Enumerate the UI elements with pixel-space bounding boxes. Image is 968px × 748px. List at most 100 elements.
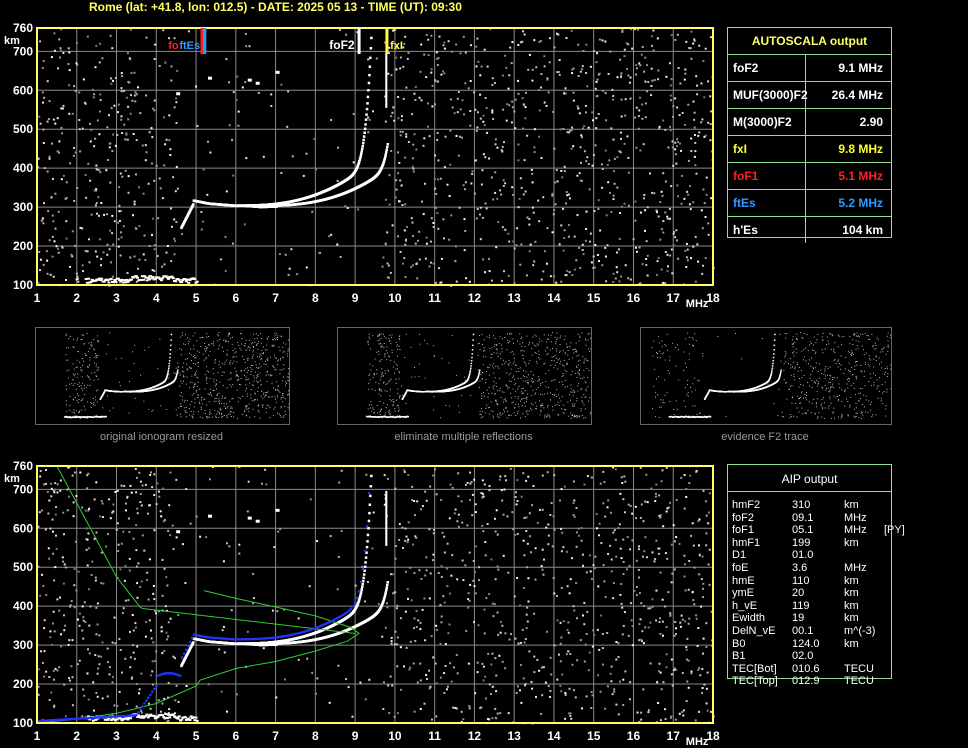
thumb-noise	[397, 388, 399, 390]
noise-dot	[645, 240, 648, 243]
thumb-noise	[798, 411, 800, 413]
thumb-noise	[215, 359, 217, 360]
thumb-noise	[191, 401, 193, 402]
thumb-noise	[571, 391, 573, 393]
thumb-noise	[522, 380, 524, 382]
o-trace-dot	[360, 150, 363, 153]
noise-dot	[395, 188, 398, 191]
thumb-noise	[249, 367, 251, 369]
o-trace-dot	[365, 113, 368, 116]
x-tick-label: 13	[507, 291, 521, 305]
es-trace-dot	[174, 280, 178, 283]
noise-dot	[439, 281, 442, 284]
noise-dot	[570, 147, 573, 150]
noise-dot	[420, 43, 423, 46]
noise-dot	[540, 86, 543, 89]
thumb-noise	[483, 347, 485, 349]
noise-dot	[86, 35, 89, 38]
noise-dot	[651, 79, 654, 82]
thumb-noise	[494, 377, 496, 379]
thumb-noise	[890, 364, 891, 366]
noise-dot	[585, 72, 588, 74]
thumb-noise	[248, 407, 250, 409]
x-tick-label: 6	[232, 291, 239, 305]
noise-dot	[49, 273, 52, 276]
noise-dot	[701, 118, 704, 121]
thumb-noise	[378, 393, 380, 395]
thumb-noise	[259, 363, 261, 365]
noise-dot	[605, 280, 608, 283]
thumb-noise	[255, 333, 257, 335]
thumb-o	[471, 349, 474, 351]
noise-dot	[110, 261, 112, 264]
noise-dot	[598, 72, 601, 75]
thumb-noise	[534, 402, 536, 404]
noise-dot	[562, 127, 565, 130]
noise-dot	[505, 119, 508, 122]
thumb-noise	[583, 361, 585, 363]
noise-dot	[109, 229, 111, 232]
thumb-noise	[660, 399, 662, 401]
noise-dot	[488, 257, 490, 260]
thumb-noise	[405, 402, 407, 404]
noise-dot	[651, 35, 654, 38]
thumb-noise	[257, 368, 259, 369]
thumb-noise	[247, 358, 249, 360]
thumb-noise	[486, 389, 488, 391]
noise-dot	[666, 253, 669, 256]
noise-dot	[491, 109, 494, 112]
noise-dot	[337, 146, 339, 149]
thumb-noise	[271, 396, 273, 398]
noise-dot	[546, 262, 548, 265]
thumb-noise	[82, 398, 84, 400]
thumb-noise	[862, 411, 864, 413]
noise-dot	[420, 99, 423, 102]
thumb-x	[176, 371, 179, 373]
thumb-o	[468, 373, 471, 376]
x-tick-label: 10	[388, 291, 402, 305]
noise-dot	[53, 49, 56, 52]
thumb-noise	[282, 394, 284, 396]
noise-dot	[704, 216, 707, 218]
noise-dot	[556, 180, 559, 183]
noise-dot	[417, 239, 419, 242]
thumb-noise	[367, 343, 369, 345]
thumb-noise	[128, 370, 130, 372]
thumb-noise	[542, 394, 544, 396]
noise-dot	[528, 250, 531, 253]
noise-dot	[163, 263, 166, 266]
noise-dot	[435, 51, 438, 54]
thumb-noise	[253, 333, 254, 335]
noise-dot	[170, 65, 173, 68]
thumb-noise	[221, 413, 223, 415]
thumb-o	[168, 360, 171, 362]
thumb-noise	[194, 355, 196, 356]
thumb-noise	[213, 344, 215, 346]
thumb-noise	[572, 406, 574, 407]
thumb-noise	[271, 344, 273, 346]
thumb-noise	[73, 346, 75, 348]
thumb-noise	[380, 409, 382, 411]
noise-dot	[692, 100, 695, 103]
thumb-noise	[186, 399, 188, 401]
noise-dot	[595, 95, 598, 98]
noise-dot	[414, 85, 417, 88]
thumb-noise	[93, 339, 95, 341]
thumb-noise	[479, 342, 480, 344]
noise-dot	[651, 191, 654, 194]
thumb-noise	[247, 408, 249, 410]
noise-dot	[464, 82, 467, 85]
noise-dot	[381, 265, 384, 268]
noise-dot	[76, 187, 79, 189]
autoscala-row: foF2 9.1 MHz	[728, 54, 891, 81]
thumb-noise	[543, 407, 545, 409]
thumb-noise	[395, 368, 397, 370]
thumb-noise	[501, 344, 502, 346]
noise-dot	[58, 38, 61, 41]
thumb-noise	[276, 339, 278, 340]
es-trace-dot	[109, 277, 113, 280]
noise-dot	[504, 228, 507, 231]
thumb-noise	[238, 397, 240, 398]
thumb-noise	[78, 382, 80, 384]
noise-dot	[173, 106, 176, 109]
